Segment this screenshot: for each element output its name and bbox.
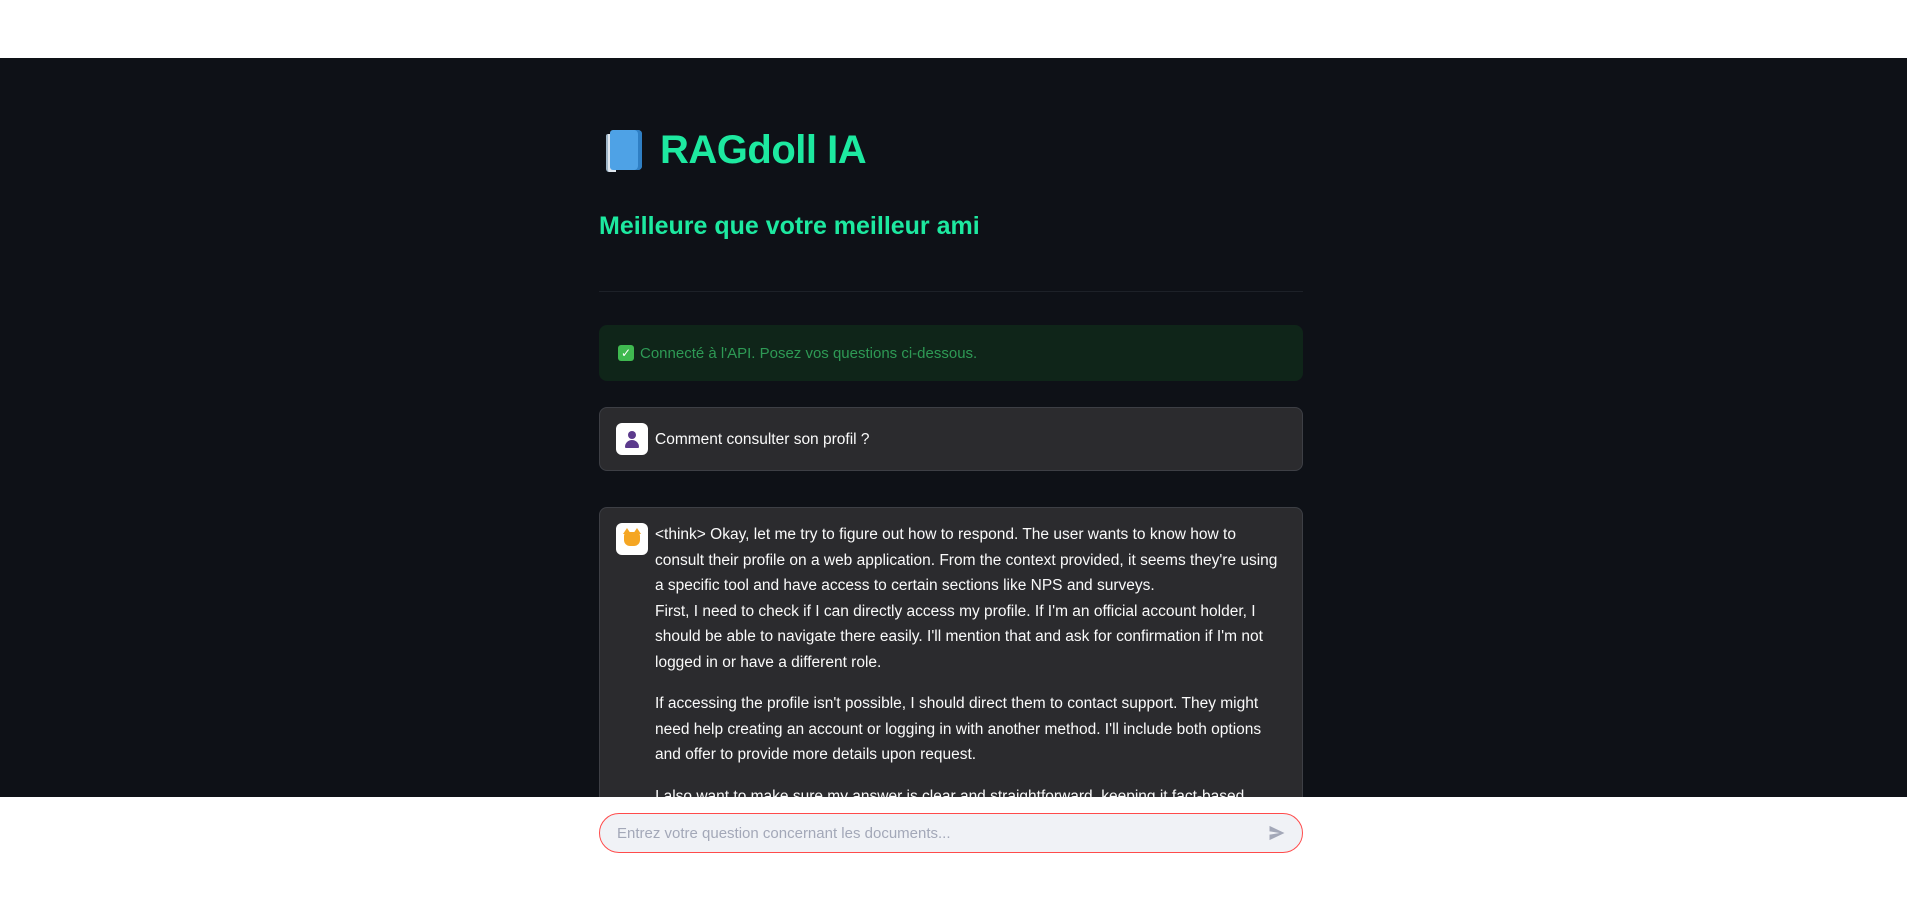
status-text: Connecté à l'API. Posez vos questions ci… bbox=[640, 344, 978, 362]
chat-input-container[interactable] bbox=[599, 813, 1303, 853]
chat-input-area bbox=[0, 797, 1907, 905]
assistant-paragraph: First, I need to check if I can directly… bbox=[655, 602, 1263, 671]
user-avatar bbox=[616, 423, 648, 455]
page-subtitle: Meilleure que votre meilleur ami bbox=[599, 212, 980, 240]
chat-message-user: Comment consulter son profil ? bbox=[599, 407, 1303, 471]
send-icon bbox=[1269, 825, 1285, 841]
page-title: RAGdoll IA bbox=[606, 128, 867, 173]
user-icon bbox=[623, 430, 641, 448]
chat-message-assistant: <think> Okay, let me try to figure out h… bbox=[599, 507, 1303, 797]
success-status-box: ✓ Connecté à l'API. Posez vos questions … bbox=[599, 325, 1303, 381]
user-message-text: Comment consulter son profil ? bbox=[655, 431, 870, 448]
send-button[interactable] bbox=[1260, 816, 1294, 850]
assistant-paragraph: I also want to make sure my answer is cl… bbox=[655, 787, 1245, 798]
top-header-bar bbox=[0, 0, 1907, 58]
main-app-area: RAGdoll IA Meilleure que votre meilleur … bbox=[0, 58, 1907, 797]
assistant-paragraph: If accessing the profile isn't possible,… bbox=[655, 695, 1262, 763]
divider bbox=[599, 291, 1303, 292]
cat-icon bbox=[623, 528, 641, 546]
assistant-message-text: <think> Okay, let me try to figure out h… bbox=[655, 522, 1288, 797]
check-icon: ✓ bbox=[618, 345, 634, 361]
chat-input[interactable] bbox=[615, 817, 1260, 849]
page-title-text: RAGdoll IA bbox=[660, 128, 867, 172]
assistant-avatar bbox=[616, 523, 648, 555]
book-icon bbox=[606, 129, 642, 172]
assistant-paragraph: <think> Okay, let me try to figure out h… bbox=[655, 526, 1278, 594]
